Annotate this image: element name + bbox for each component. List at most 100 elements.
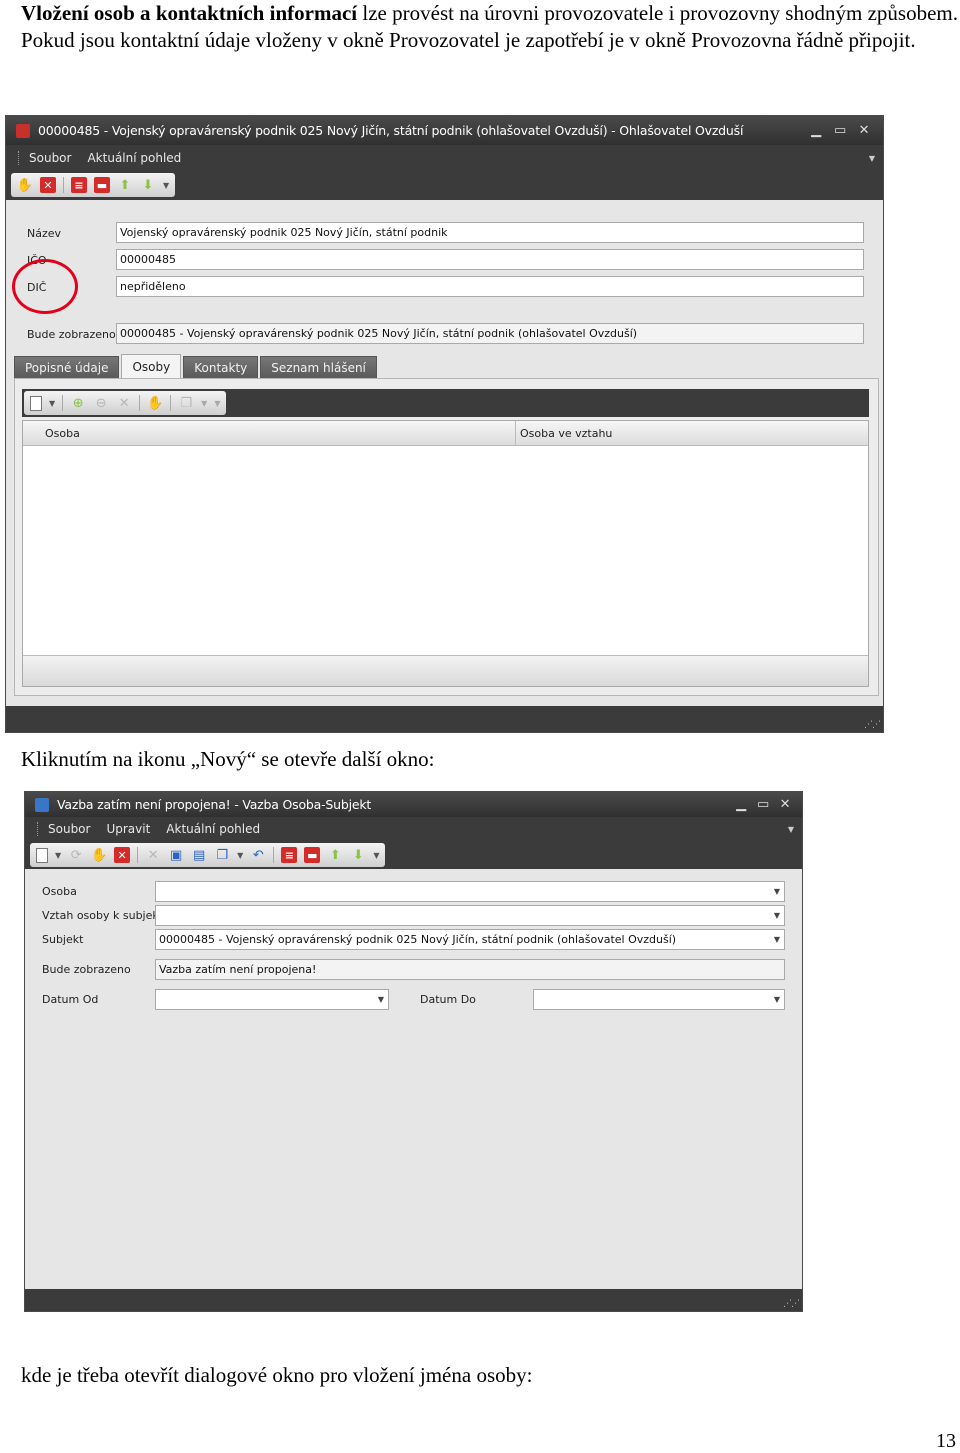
vztah-label: Vztah osoby k subjektu (42, 909, 171, 922)
arrow-down-icon[interactable]: ⬇ (140, 177, 156, 193)
osoby-toolbar: ▼ ⊕ ⊖ ✕ ✋ ❐ ▼ ▼ (22, 389, 869, 417)
menu-soubor[interactable]: Soubor (29, 151, 71, 165)
datum-do-field[interactable]: ▼ (533, 989, 785, 1010)
add-icon[interactable]: ⊕ (70, 395, 86, 411)
save-all-icon[interactable]: ▤ (191, 847, 207, 863)
close-icon[interactable]: ✕ (853, 116, 875, 145)
toolbar-separator (62, 395, 64, 411)
tab-popisne-udaje[interactable]: Popisné údaje (14, 356, 120, 378)
tab-kontakty[interactable]: Kontakty (183, 356, 259, 378)
provozovatel-window: 00000485 - Vojenský opravárenský podnik … (5, 115, 884, 733)
arrow-up-icon[interactable]: ⬆ (327, 847, 343, 863)
copy-icon[interactable]: ❐ (214, 847, 230, 863)
toolbar-separator (170, 395, 172, 411)
chevron-down-icon[interactable]: ▼ (201, 399, 207, 408)
subjekt-value: 00000485 - Vojenský opravárenský podnik … (159, 933, 677, 946)
osoba-combo[interactable]: ▼ (155, 881, 785, 902)
column-osoba[interactable]: Osoba (23, 421, 516, 446)
new-dropdown-icon[interactable]: ▼ (55, 851, 61, 860)
resize-grip-icon[interactable]: ⋰⋰ (864, 720, 881, 730)
new-icon[interactable] (36, 847, 48, 863)
highlight-circle (12, 259, 78, 314)
cancel-icon[interactable]: ✕ (145, 847, 161, 863)
tab-strip: Popisné údaje Osoby Kontakty Seznam hláš… (14, 354, 377, 378)
close-form-icon[interactable]: ▬ (304, 847, 321, 863)
dic-field[interactable]: nepřiděleno (116, 276, 864, 297)
menu-overflow-icon[interactable]: ▼ (869, 154, 875, 163)
resize-grip-icon[interactable]: ⋰⋰ (783, 1299, 800, 1309)
delete-icon[interactable]: ✕ (116, 395, 132, 411)
report-icon[interactable]: ≡ (281, 847, 298, 863)
app-icon (16, 123, 30, 138)
vazba-osoba-subjekt-window: Vazba zatím není propojena! - Vazba Osob… (24, 791, 803, 1312)
window-titlebar: 00000485 - Vojenský opravárenský podnik … (6, 116, 883, 145)
window-title: Vazba zatím není propojena! - Vazba Osob… (57, 797, 372, 812)
window-title: 00000485 - Vojenský opravárenský podnik … (38, 123, 744, 138)
minimize-icon[interactable]: ▁ (805, 116, 827, 145)
undo-icon[interactable]: ↶ (250, 847, 266, 863)
new-icon[interactable] (30, 395, 42, 411)
chevron-down-icon[interactable]: ▼ (214, 399, 220, 408)
arrow-down-icon[interactable]: ⬇ (350, 847, 366, 863)
vztah-combo[interactable]: ▼ (155, 905, 785, 926)
hand-icon[interactable]: ✋ (147, 395, 163, 411)
hand-icon[interactable]: ✋ (17, 177, 33, 193)
menu-upravit[interactable]: Upravit (106, 822, 150, 836)
maximize-icon[interactable]: ▭ (829, 116, 851, 145)
datum-do-label: Datum Do (420, 993, 476, 1006)
toolbar-separator (137, 847, 139, 863)
menu-overflow-icon[interactable]: ▼ (788, 825, 794, 834)
chevron-down-icon[interactable]: ▼ (774, 930, 780, 949)
close-icon[interactable]: ✕ (774, 792, 796, 817)
toolbar-separator (63, 177, 64, 193)
osoby-grid: Osoba Osoba ve vztahu (22, 420, 869, 687)
arrow-up-icon[interactable]: ⬆ (117, 177, 133, 193)
chevron-down-icon[interactable]: ▼ (163, 181, 169, 190)
minimize-icon[interactable]: ▁ (730, 792, 752, 817)
intro-bold: Vložení osob a kontaktních informací (21, 1, 358, 25)
delete-icon[interactable]: ✕ (114, 847, 131, 863)
toolbar-buttons: ▼ ⟳ ✋ ✕ ✕ ▣ ▤ ❐ ▼ ↶ ≡ ▬ ⬆ ⬇ ▼ (30, 843, 386, 867)
datum-od-field[interactable]: ▼ (155, 989, 389, 1010)
save-icon[interactable]: ▣ (168, 847, 184, 863)
display-label: Bude zobrazeno (27, 328, 116, 341)
new-dropdown-icon[interactable]: ▼ (49, 399, 55, 408)
datum-od-label: Datum Od (42, 993, 99, 1006)
tab-osoby[interactable]: Osoby (121, 354, 182, 378)
nazev-field[interactable]: Vojenský opravárenský podnik 025 Nový Ji… (116, 222, 864, 243)
display-field: Vazba zatím není propojena! (155, 959, 785, 980)
maximize-icon[interactable]: ▭ (752, 792, 774, 817)
chevron-down-icon[interactable]: ▼ (373, 851, 379, 860)
menu-soubor[interactable]: Soubor (48, 822, 90, 836)
subjekt-combo[interactable]: 00000485 - Vojenský opravárenský podnik … (155, 929, 785, 950)
toolbar: ✋ ✕ ≡ ▬ ⬆ ⬇ ▼ (6, 171, 883, 200)
toolbar-buttons: ✋ ✕ ≡ ▬ ⬆ ⬇ ▼ (11, 173, 176, 197)
column-osoba-ve-vztahu[interactable]: Osoba ve vztahu (516, 421, 868, 446)
ico-field[interactable]: 00000485 (116, 249, 864, 270)
close-form-icon[interactable]: ▬ (94, 177, 110, 193)
hand-icon[interactable]: ✋ (91, 847, 107, 863)
grid-footer (23, 655, 868, 686)
statusbar: ⋰⋰ (6, 706, 883, 732)
chevron-down-icon[interactable]: ▼ (774, 906, 780, 925)
chevron-down-icon[interactable]: ▼ (378, 990, 384, 1009)
toolbar: ▼ ⟳ ✋ ✕ ✕ ▣ ▤ ❐ ▼ ↶ ≡ ▬ ⬆ ⬇ ▼ (25, 841, 802, 869)
copy-icon[interactable]: ❐ (178, 395, 194, 411)
report-icon[interactable]: ≡ (71, 177, 87, 193)
intro-paragraph: Vložení osob a kontaktních informací lze… (21, 0, 958, 54)
tab-seznam-hlaseni[interactable]: Seznam hlášení (260, 356, 377, 378)
osoby-toolbar-buttons: ▼ ⊕ ⊖ ✕ ✋ ❐ ▼ ▼ (24, 391, 227, 415)
app-icon (35, 797, 49, 812)
menu-aktualni-pohled[interactable]: Aktuální pohled (166, 822, 260, 836)
remove-icon[interactable]: ⊖ (93, 395, 109, 411)
chevron-down-icon[interactable]: ▼ (774, 882, 780, 901)
refresh-icon[interactable]: ⟳ (68, 847, 84, 863)
menu-aktualni-pohled[interactable]: Aktuální pohled (87, 151, 181, 165)
chevron-down-icon[interactable]: ▼ (774, 990, 780, 1009)
chevron-down-icon[interactable]: ▼ (237, 851, 243, 860)
display-field: 00000485 - Vojenský opravárenský podnik … (116, 323, 864, 344)
delete-icon[interactable]: ✕ (40, 177, 56, 193)
toolbar-separator (273, 847, 275, 863)
grid-header: Osoba Osoba ve vztahu (23, 421, 868, 446)
window-titlebar: Vazba zatím není propojena! - Vazba Osob… (25, 792, 802, 817)
